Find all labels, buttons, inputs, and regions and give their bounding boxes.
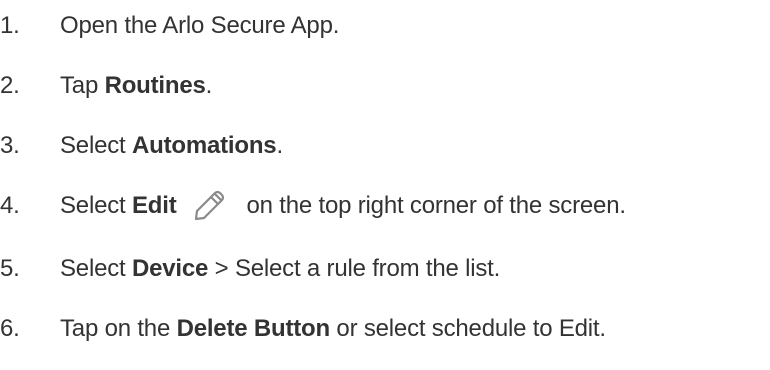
step-keyword-edit: Edit [131, 192, 177, 219]
step-text-end: . [205, 72, 213, 99]
step-number: 6. [0, 315, 20, 342]
step-number: 5. [0, 255, 20, 282]
step-number: 2. [0, 72, 20, 99]
step-item-1: 1. Open the Arlo Secure App. [0, 6, 339, 46]
step-keyword-delete-button: Delete Button [176, 315, 331, 342]
step-text: Open the Arlo Secure App. [60, 12, 340, 39]
step-number: 1. [0, 12, 20, 39]
instruction-steps-list: 1. Open the Arlo Secure App. 2. Tap Rout… [0, 0, 770, 370]
step-text-end: . [276, 132, 283, 159]
step-text: Select [60, 132, 132, 159]
step-text-end: > Select a rule from the list. [208, 255, 501, 282]
step-item-5: 5. Select Device > Select a rule from th… [0, 249, 500, 289]
step-item-6: 6. Tap on the Delete Button or select sc… [0, 309, 606, 349]
step-keyword-automations: Automations [131, 132, 277, 159]
step-text: Tap on the [60, 315, 177, 342]
step-text: Select [60, 255, 132, 282]
step-number: 3. [0, 132, 20, 159]
step-item-4: 4. Select Edit on the top right corner o… [0, 186, 626, 226]
pencil-icon [191, 188, 227, 224]
step-item-3: 3. Select Automations. [0, 126, 283, 166]
step-text: Tap [60, 72, 105, 99]
step-text: Select [60, 192, 132, 219]
step-item-2: 2. Tap Routines. [0, 66, 212, 106]
step-number: 4. [0, 192, 20, 219]
step-keyword-device: Device [131, 255, 209, 282]
step-keyword-routines: Routines [104, 72, 206, 99]
step-text-end: on the top right corner of the screen. [246, 192, 626, 219]
step-text-end: or select schedule to Edit. [329, 315, 606, 342]
